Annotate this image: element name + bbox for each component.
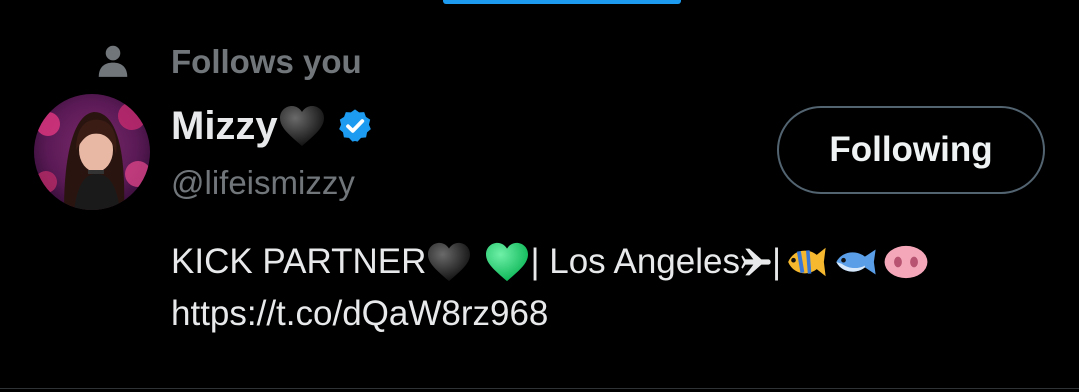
bio-line-1: KICK PARTNER | Los Angeles | bbox=[171, 236, 1051, 288]
profile-handle[interactable]: @lifeismizzy bbox=[171, 164, 355, 202]
avatar-image bbox=[34, 94, 150, 210]
green-heart-icon bbox=[486, 242, 529, 282]
black-heart-icon bbox=[428, 242, 471, 282]
follows-you-label: Follows you bbox=[171, 43, 362, 80]
bio-link[interactable]: https://t.co/dQaW8rz968 bbox=[171, 288, 548, 340]
verified-badge-icon[interactable] bbox=[336, 107, 374, 145]
bio-text-kick-partner: KICK PARTNER bbox=[171, 242, 427, 281]
active-tab-indicator bbox=[443, 0, 681, 4]
airplane-icon bbox=[741, 248, 771, 276]
bio-text-los-angeles: | Los Angeles bbox=[530, 242, 740, 281]
person-icon bbox=[98, 45, 128, 77]
following-button[interactable]: Following bbox=[777, 106, 1045, 194]
display-name[interactable]: Mizzy bbox=[171, 104, 278, 149]
pig-nose-icon bbox=[884, 245, 928, 279]
divider bbox=[0, 388, 1079, 389]
bio-line-2: https://t.co/dQaW8rz968 bbox=[171, 288, 1051, 340]
fish-icon bbox=[836, 249, 876, 275]
profile-bio: KICK PARTNER | Los Angeles | https://t.c… bbox=[171, 236, 1051, 340]
follows-you-row: Follows you bbox=[0, 40, 1079, 86]
bio-text-separator: | bbox=[771, 242, 782, 281]
tropical-fish-icon bbox=[788, 247, 826, 277]
avatar[interactable] bbox=[34, 94, 150, 210]
profile-name-row: Mizzy bbox=[171, 100, 374, 152]
black-heart-icon bbox=[279, 106, 324, 146]
